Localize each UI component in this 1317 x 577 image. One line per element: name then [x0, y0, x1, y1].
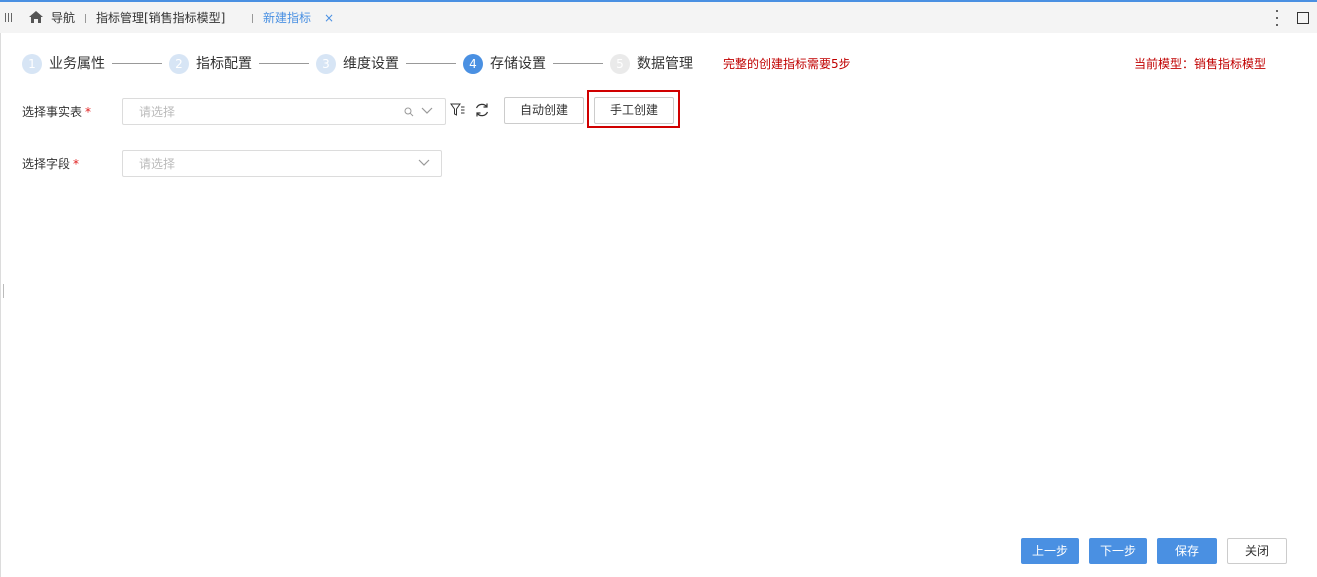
auto-create-button[interactable]: 自动创建 — [504, 97, 584, 124]
step-3-label[interactable]: 维度设置 — [343, 56, 399, 73]
close-button[interactable]: 关闭 — [1227, 538, 1287, 564]
save-button[interactable]: 保存 — [1157, 538, 1217, 564]
prev-step-button[interactable]: 上一步 — [1021, 538, 1079, 564]
step-2-label[interactable]: 指标配置 — [196, 56, 252, 73]
step-connector — [553, 63, 603, 64]
tab-nav[interactable]: 导航 — [51, 11, 75, 25]
next-step-button[interactable]: 下一步 — [1089, 538, 1147, 564]
tab-new-indicator[interactable]: 新建指标 — [263, 11, 311, 25]
step-2-badge: 2 — [169, 54, 189, 74]
new-indicator-window: 导航 指标管理[销售指标模型] 新建指标 × 1 业务属性 2 指标配置 3 维… — [0, 0, 1317, 577]
step-connector — [112, 63, 162, 64]
required-mark: * — [73, 157, 80, 171]
home-icon[interactable] — [28, 10, 44, 24]
step-4-badge: 4 — [463, 54, 483, 74]
field-placeholder: 请选择 — [139, 157, 176, 171]
required-mark: * — [85, 105, 92, 119]
fact-table-label: 选择事实表 * — [22, 105, 92, 119]
manual-create-button[interactable]: 手工创建 — [594, 97, 674, 124]
tab-separator — [252, 14, 253, 23]
refresh-icon[interactable] — [474, 102, 490, 118]
search-icon[interactable] — [404, 107, 414, 117]
tab-separator — [85, 14, 86, 23]
left-border — [0, 33, 1, 577]
fact-table-placeholder: 请选择 — [139, 105, 176, 119]
field-select[interactable]: 请选择 — [122, 150, 442, 177]
step-4-label[interactable]: 存储设置 — [490, 56, 546, 73]
splitter-handle[interactable] — [3, 284, 4, 298]
step-connector — [406, 63, 456, 64]
maximize-icon[interactable] — [1297, 12, 1309, 24]
tab-bar: 导航 指标管理[销售指标模型] 新建指标 × — [0, 2, 1317, 33]
chevron-down-icon[interactable] — [421, 106, 433, 116]
step-5-badge: 5 — [610, 54, 630, 74]
more-options-icon[interactable] — [1273, 10, 1281, 26]
tab-indicator-management[interactable]: 指标管理[销售指标模型] — [96, 11, 225, 25]
step-3-badge: 3 — [316, 54, 336, 74]
tab-close-icon[interactable]: × — [324, 11, 334, 25]
step-connector — [259, 63, 309, 64]
step-1-badge: 1 — [22, 54, 42, 74]
menu-icon[interactable] — [5, 13, 15, 23]
filter-icon[interactable] — [450, 103, 465, 117]
step-1-label[interactable]: 业务属性 — [49, 56, 105, 73]
field-label: 选择字段 * — [22, 157, 80, 171]
steps-notice: 完整的创建指标需要5步 — [723, 57, 851, 71]
current-model-label: 当前模型：销售指标模型 — [1134, 57, 1267, 71]
fact-table-select[interactable]: 请选择 — [122, 98, 446, 125]
step-5-label[interactable]: 数据管理 — [637, 56, 693, 73]
chevron-down-icon[interactable] — [418, 158, 430, 168]
